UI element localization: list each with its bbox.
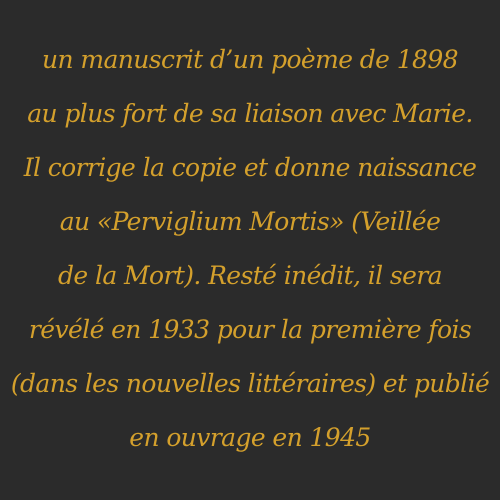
text-line-8: en ouvrage en 1945 bbox=[129, 423, 371, 452]
text-line-1: un manuscrit d’un poème de 1898 bbox=[42, 45, 459, 74]
calligraphy-text-block: un manuscrit d’un poème de 1898 au plus … bbox=[0, 33, 500, 465]
text-card: un manuscrit d’un poème de 1898 au plus … bbox=[0, 0, 500, 500]
text-line-7: (dans les nouvelles littéraires) et publ… bbox=[10, 369, 490, 398]
text-line-6: révélé en 1933 pour la première fois bbox=[28, 315, 472, 344]
text-line-5: de la Mort). Resté inédit, il sera bbox=[58, 261, 443, 290]
text-line-2: au plus fort de sa liaison avec Marie. bbox=[27, 99, 473, 128]
text-line-3: Il corrige la copie et donne naissance bbox=[23, 153, 477, 182]
text-line-4: au «Perviglium Mortis» (Veillée bbox=[59, 207, 441, 236]
